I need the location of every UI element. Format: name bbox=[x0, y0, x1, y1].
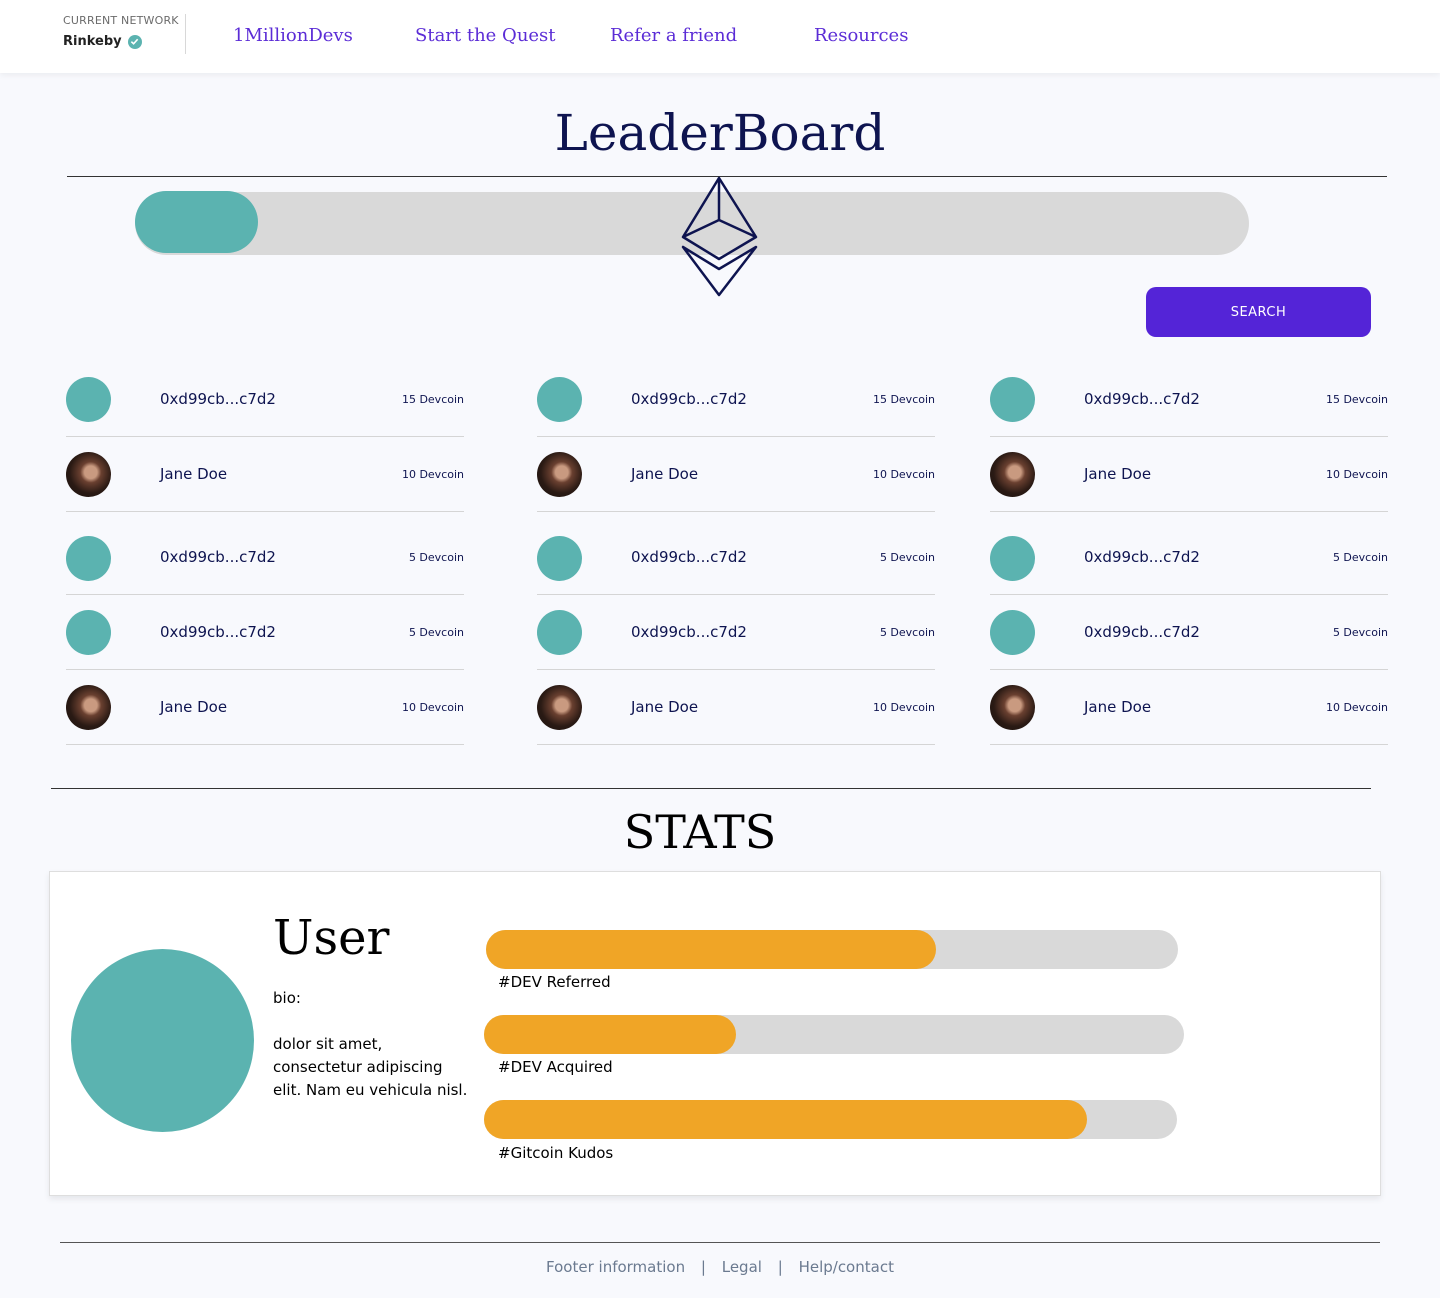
avatar bbox=[537, 536, 582, 581]
avatar bbox=[990, 377, 1035, 422]
row-score: 5 Devcoin bbox=[408, 551, 464, 564]
footer: Footer information | Legal | Help/contac… bbox=[0, 1258, 1440, 1276]
avatar bbox=[66, 685, 111, 730]
row-score: 10 Devcoin bbox=[1325, 468, 1388, 481]
row-name: 0xd99cb...c7d2 bbox=[160, 623, 276, 641]
avatar bbox=[66, 536, 111, 581]
row-name: Jane Doe bbox=[160, 698, 228, 716]
row-name: 0xd99cb...c7d2 bbox=[631, 623, 747, 641]
footer-link-info[interactable]: Footer information bbox=[546, 1258, 685, 1276]
leaderboard-title: LeaderBoard bbox=[554, 104, 886, 162]
footer-link-help[interactable]: Help/contact bbox=[799, 1258, 894, 1276]
user-name: User bbox=[273, 910, 390, 966]
leaderboard-row[interactable]: 0xd99cb...c7d2 5 Devcoin bbox=[990, 595, 1388, 670]
leaderboard-row[interactable]: 0xd99cb...c7d2 15 Devcoin bbox=[537, 362, 935, 437]
leaderboard-column-3: 0xd99cb...c7d2 15 Devcoin Jane Doe 10 De… bbox=[990, 362, 1388, 745]
avatar bbox=[537, 610, 582, 655]
leaderboard-column-2: 0xd99cb...c7d2 15 Devcoin Jane Doe 10 De… bbox=[537, 362, 935, 745]
bio-text: dolor sit amet, consectetur adipiscing e… bbox=[273, 1035, 468, 1099]
avatar bbox=[537, 377, 582, 422]
leaderboard-row[interactable]: Jane Doe 10 Devcoin bbox=[537, 437, 935, 512]
avatar bbox=[990, 536, 1035, 581]
row-name: 0xd99cb...c7d2 bbox=[1084, 623, 1200, 641]
stat-label-dev-referred: #DEV Referred bbox=[498, 973, 611, 991]
user-avatar bbox=[71, 949, 254, 1132]
row-score: 10 Devcoin bbox=[401, 468, 464, 481]
leaderboard-progress-fill bbox=[135, 191, 258, 253]
avatar bbox=[66, 377, 111, 422]
stat-label-gitcoin-kudos: #Gitcoin Kudos bbox=[498, 1144, 614, 1162]
row-score: 5 Devcoin bbox=[408, 626, 464, 639]
row-name: Jane Doe bbox=[160, 465, 228, 483]
leaderboard-row[interactable]: 0xd99cb...c7d2 5 Devcoin bbox=[990, 512, 1388, 595]
row-name: 0xd99cb...c7d2 bbox=[631, 390, 747, 408]
stat-bar-fill bbox=[484, 1015, 736, 1054]
leaderboard-row[interactable]: 0xd99cb...c7d2 15 Devcoin bbox=[66, 362, 464, 437]
leaderboard-column-1: 0xd99cb...c7d2 15 Devcoin Jane Doe 10 De… bbox=[66, 362, 464, 745]
stat-bar-dev-referred bbox=[486, 930, 1178, 969]
row-score: 5 Devcoin bbox=[1332, 626, 1388, 639]
row-name: 0xd99cb...c7d2 bbox=[160, 390, 276, 408]
stat-bar-fill bbox=[486, 930, 936, 969]
avatar bbox=[537, 452, 582, 497]
footer-separator: | bbox=[777, 1258, 783, 1276]
leaderboard-row[interactable]: Jane Doe 10 Devcoin bbox=[537, 670, 935, 745]
network-value: Rinkeby bbox=[63, 34, 122, 49]
row-name: Jane Doe bbox=[1084, 465, 1152, 483]
row-score: 15 Devcoin bbox=[401, 393, 464, 406]
stat-label-dev-acquired: #DEV Acquired bbox=[498, 1058, 613, 1076]
row-name: 0xd99cb...c7d2 bbox=[160, 548, 276, 566]
network-label: CURRENT NETWORK bbox=[63, 14, 179, 27]
stats-title: STATS bbox=[623, 805, 777, 859]
nav-link-start-the-quest[interactable]: Start the Quest bbox=[415, 25, 556, 46]
avatar bbox=[990, 610, 1035, 655]
ethereum-icon bbox=[681, 176, 758, 297]
row-name: Jane Doe bbox=[631, 465, 699, 483]
footer-separator: | bbox=[700, 1258, 706, 1276]
leaderboard-row[interactable]: Jane Doe 10 Devcoin bbox=[990, 437, 1388, 512]
row-score: 15 Devcoin bbox=[1325, 393, 1388, 406]
row-score: 5 Devcoin bbox=[879, 626, 935, 639]
divider bbox=[51, 788, 1371, 789]
network-indicator: CURRENT NETWORK Rinkeby bbox=[63, 14, 186, 54]
leaderboard-row[interactable]: 0xd99cb...c7d2 5 Devcoin bbox=[66, 512, 464, 595]
stat-bar-dev-acquired bbox=[484, 1015, 1184, 1054]
row-name: 0xd99cb...c7d2 bbox=[1084, 390, 1200, 408]
leaderboard-row[interactable]: 0xd99cb...c7d2 5 Devcoin bbox=[537, 512, 935, 595]
top-header: CURRENT NETWORK Rinkeby 1MillionDevs Sta… bbox=[0, 0, 1440, 73]
avatar bbox=[990, 685, 1035, 730]
leaderboard-row[interactable]: 0xd99cb...c7d2 5 Devcoin bbox=[66, 595, 464, 670]
row-score: 10 Devcoin bbox=[1325, 701, 1388, 714]
row-score: 10 Devcoin bbox=[401, 701, 464, 714]
avatar bbox=[66, 452, 111, 497]
nav-link-1milliondevs[interactable]: 1MillionDevs bbox=[233, 25, 353, 46]
leaderboard-row[interactable]: Jane Doe 10 Devcoin bbox=[990, 670, 1388, 745]
row-score: 5 Devcoin bbox=[879, 551, 935, 564]
leaderboard-row[interactable]: 0xd99cb...c7d2 15 Devcoin bbox=[990, 362, 1388, 437]
avatar bbox=[66, 610, 111, 655]
row-name: Jane Doe bbox=[631, 698, 699, 716]
nav-link-resources[interactable]: Resources bbox=[814, 25, 908, 46]
stat-bar-fill bbox=[484, 1100, 1087, 1139]
row-score: 10 Devcoin bbox=[872, 701, 935, 714]
avatar bbox=[537, 685, 582, 730]
leaderboard-row[interactable]: 0xd99cb...c7d2 5 Devcoin bbox=[537, 595, 935, 670]
row-score: 15 Devcoin bbox=[872, 393, 935, 406]
leaderboard-row[interactable]: Jane Doe 10 Devcoin bbox=[66, 670, 464, 745]
stat-bar-gitcoin-kudos bbox=[484, 1100, 1177, 1139]
row-name: 0xd99cb...c7d2 bbox=[1084, 548, 1200, 566]
bio-label: bio: bbox=[273, 989, 301, 1007]
check-circle-icon bbox=[127, 34, 142, 49]
search-button[interactable]: SEARCH bbox=[1146, 287, 1371, 337]
avatar bbox=[990, 452, 1035, 497]
row-name: Jane Doe bbox=[1084, 698, 1152, 716]
leaderboard-row[interactable]: Jane Doe 10 Devcoin bbox=[66, 437, 464, 512]
row-name: 0xd99cb...c7d2 bbox=[631, 548, 747, 566]
stats-card: User bio: dolor sit amet, consectetur ad… bbox=[49, 871, 1381, 1196]
divider bbox=[60, 1242, 1380, 1243]
row-score: 10 Devcoin bbox=[872, 468, 935, 481]
footer-link-legal[interactable]: Legal bbox=[722, 1258, 762, 1276]
nav-link-refer-a-friend[interactable]: Refer a friend bbox=[610, 25, 737, 46]
row-score: 5 Devcoin bbox=[1332, 551, 1388, 564]
